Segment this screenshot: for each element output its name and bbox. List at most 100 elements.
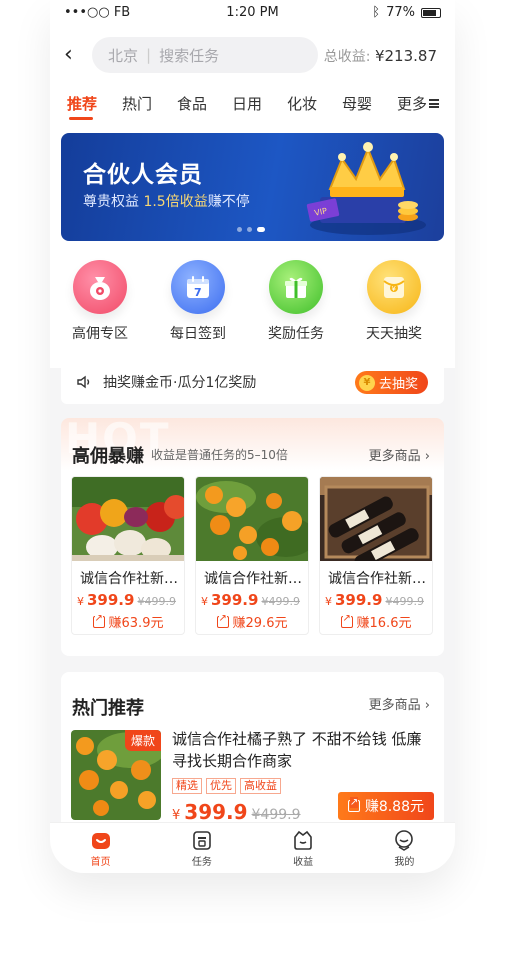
crown-icon: VIP: [306, 142, 426, 235]
hot-recommend-section: 热门推荐 更多商品 › 爆款 诚信合作社橘子熟了 不甜不给钱 低廉 寻找长期合作…: [61, 672, 444, 832]
back-chevron-icon[interactable]: ‹: [64, 43, 80, 67]
red-envelope-icon: ¥: [367, 260, 421, 314]
tag: 优先: [206, 778, 236, 794]
nav-label: 任务: [191, 857, 212, 868]
tag: 高收益: [240, 778, 281, 794]
tab-food[interactable]: 食品: [177, 93, 232, 114]
quick-label: 天天抽奖: [366, 326, 422, 342]
earnings-value: ¥213.87: [374, 47, 437, 65]
product-name: 诚信合作社新…: [204, 571, 302, 587]
lottery-notice[interactable]: 抽奖赚金币·瓜分1亿奖励 ¥ 去抽奖: [61, 360, 444, 404]
battery-icon: [421, 7, 441, 18]
nav-label: 我的: [394, 857, 415, 868]
tab-more[interactable]: 更多: [397, 93, 452, 114]
earn-label: 赚16.6元: [356, 616, 412, 631]
profile-icon: [395, 830, 414, 851]
more-products-link[interactable]: 更多商品 ›: [369, 445, 430, 464]
currency-symbol: ¥: [77, 595, 84, 608]
more-products-link[interactable]: 更多商品 ›: [369, 694, 430, 713]
section-title: 热门推荐: [72, 698, 144, 719]
bluetooth-icon: ᛒ: [372, 5, 381, 20]
go-lottery-button[interactable]: ¥ 去抽奖: [354, 371, 428, 394]
nav-profile[interactable]: 我的: [354, 823, 455, 873]
tag: 精选: [172, 778, 202, 794]
tab-cosmetics[interactable]: 化妆: [287, 93, 342, 114]
go-lottery-label: 去抽奖: [378, 377, 418, 392]
chevron-right-icon: ›: [424, 449, 430, 464]
earn-button[interactable]: 赚16.6元: [320, 612, 432, 631]
price-row: ¥ 399.9 ¥499.9: [325, 591, 432, 609]
original-price: ¥499.9: [261, 595, 300, 608]
earn-label: 赚29.6元: [232, 616, 288, 631]
pager-dot[interactable]: [247, 227, 252, 232]
price: 399.9: [184, 800, 248, 824]
quick-label: 奖励任务: [268, 326, 324, 342]
share-icon: [216, 612, 229, 628]
nav-label: 收益: [293, 857, 314, 868]
oranges-tree-image: [196, 477, 308, 561]
quick-reward-tasks[interactable]: 奖励任务: [248, 260, 344, 344]
calendar-icon: 7: [171, 260, 225, 314]
original-price: ¥499.9: [251, 807, 301, 823]
price-row: ¥ 399.9 ¥499.9: [172, 800, 301, 824]
svg-text:¥: ¥: [392, 285, 397, 293]
nav-tasks[interactable]: 任务: [151, 823, 252, 873]
price-row: ¥ 399.9 ¥499.9: [201, 591, 308, 609]
product-cards: 诚信合作社新… ¥ 399.9 ¥499.9 赚63.9元: [71, 476, 433, 635]
price: 399.9: [335, 591, 383, 609]
bottom-navigation: 首页 任务 收益 我的: [50, 822, 455, 873]
promo-banner[interactable]: 合伙人会员 尊贵权益 1.5倍收益赚不停 VIP: [61, 133, 444, 241]
menu-icon: [429, 98, 440, 108]
share-icon: [340, 612, 353, 628]
more-products-label: 更多商品: [368, 449, 421, 464]
earn-button[interactable]: 赚63.9元: [72, 612, 184, 631]
earn-label: 赚8.88元: [364, 799, 424, 815]
search-placeholder: 搜索任务: [159, 46, 220, 65]
product-tags: 精选 优先 高收益: [172, 778, 281, 794]
quick-label: 每日签到: [170, 326, 226, 342]
product-title[interactable]: 诚信合作社橘子熟了 不甜不给钱 低廉 寻找长期合作商家: [172, 728, 432, 772]
city-selector[interactable]: 北京: [108, 45, 138, 66]
category-tabs: 推荐 热门 食品 日用 化妆 母婴 更多: [50, 84, 455, 122]
currency-symbol: ¥: [325, 595, 332, 608]
quick-actions: 高佣专区 7 每日签到 奖励任务 ¥ 天天抽奖: [50, 260, 455, 344]
nav-home[interactable]: 首页: [50, 823, 151, 873]
product-card[interactable]: 诚信合作社新… ¥ 399.9 ¥499.9 赚16.6元: [319, 476, 433, 635]
high-commission-section: HOT 高佣暴赚 收益是普通任务的5–10倍 更多商品 › 诚信合作社新… ¥ …: [61, 418, 444, 656]
pager-dot-active[interactable]: [257, 227, 265, 232]
total-earnings[interactable]: 总收益: ¥213.87: [324, 46, 437, 66]
price: 399.9: [211, 591, 259, 609]
quick-daily-checkin[interactable]: 7 每日签到: [150, 260, 246, 344]
tab-baby[interactable]: 母婴: [342, 93, 397, 114]
tab-recommend[interactable]: 推荐: [67, 93, 122, 120]
nav-earnings[interactable]: 收益: [253, 823, 354, 873]
tab-hot[interactable]: 热门: [122, 93, 177, 114]
tab-daily[interactable]: 日用: [232, 93, 287, 114]
oranges-image[interactable]: 爆款: [71, 730, 161, 820]
section-subtitle: 收益是普通任务的5–10倍: [151, 448, 288, 462]
price-row: ¥ 399.9 ¥499.9: [77, 591, 184, 609]
more-products-label: 更多商品: [368, 698, 421, 713]
money-bag-icon: [73, 260, 127, 314]
phone-screen: •••○○ FB 1:20 PM ᛒ 77% ‹ 北京 | 搜索任务 总收益: …: [50, 0, 455, 873]
product-card[interactable]: 诚信合作社新… ¥ 399.9 ¥499.9 赚29.6元: [195, 476, 309, 635]
speaker-icon: [77, 375, 90, 389]
battery-percent: 77%: [386, 5, 415, 20]
earn-button[interactable]: 赚8.88元: [337, 792, 434, 820]
gift-icon: [269, 260, 323, 314]
banner-subtitle-prefix: 尊贵权益: [83, 194, 144, 210]
banner-pager: [237, 227, 265, 232]
pager-dot[interactable]: [237, 227, 242, 232]
search-input[interactable]: 北京 | 搜索任务: [92, 37, 318, 73]
share-icon: [92, 612, 105, 628]
quick-high-commission[interactable]: 高佣专区: [52, 260, 148, 344]
product-card[interactable]: 诚信合作社新… ¥ 399.9 ¥499.9 赚63.9元: [71, 476, 185, 635]
quick-daily-lottery[interactable]: ¥ 天天抽奖: [346, 260, 442, 344]
original-price: ¥499.9: [137, 595, 176, 608]
banner-title: 合伙人会员: [83, 162, 203, 188]
earn-button[interactable]: 赚29.6元: [196, 612, 308, 631]
wine-bottles-image: [320, 477, 432, 561]
banner-subtitle-suffix: 赚不停: [207, 194, 250, 210]
banner-subtitle-highlight: 1.5倍收益: [143, 194, 208, 210]
status-bar: •••○○ FB 1:20 PM ᛒ 77%: [50, 0, 455, 28]
